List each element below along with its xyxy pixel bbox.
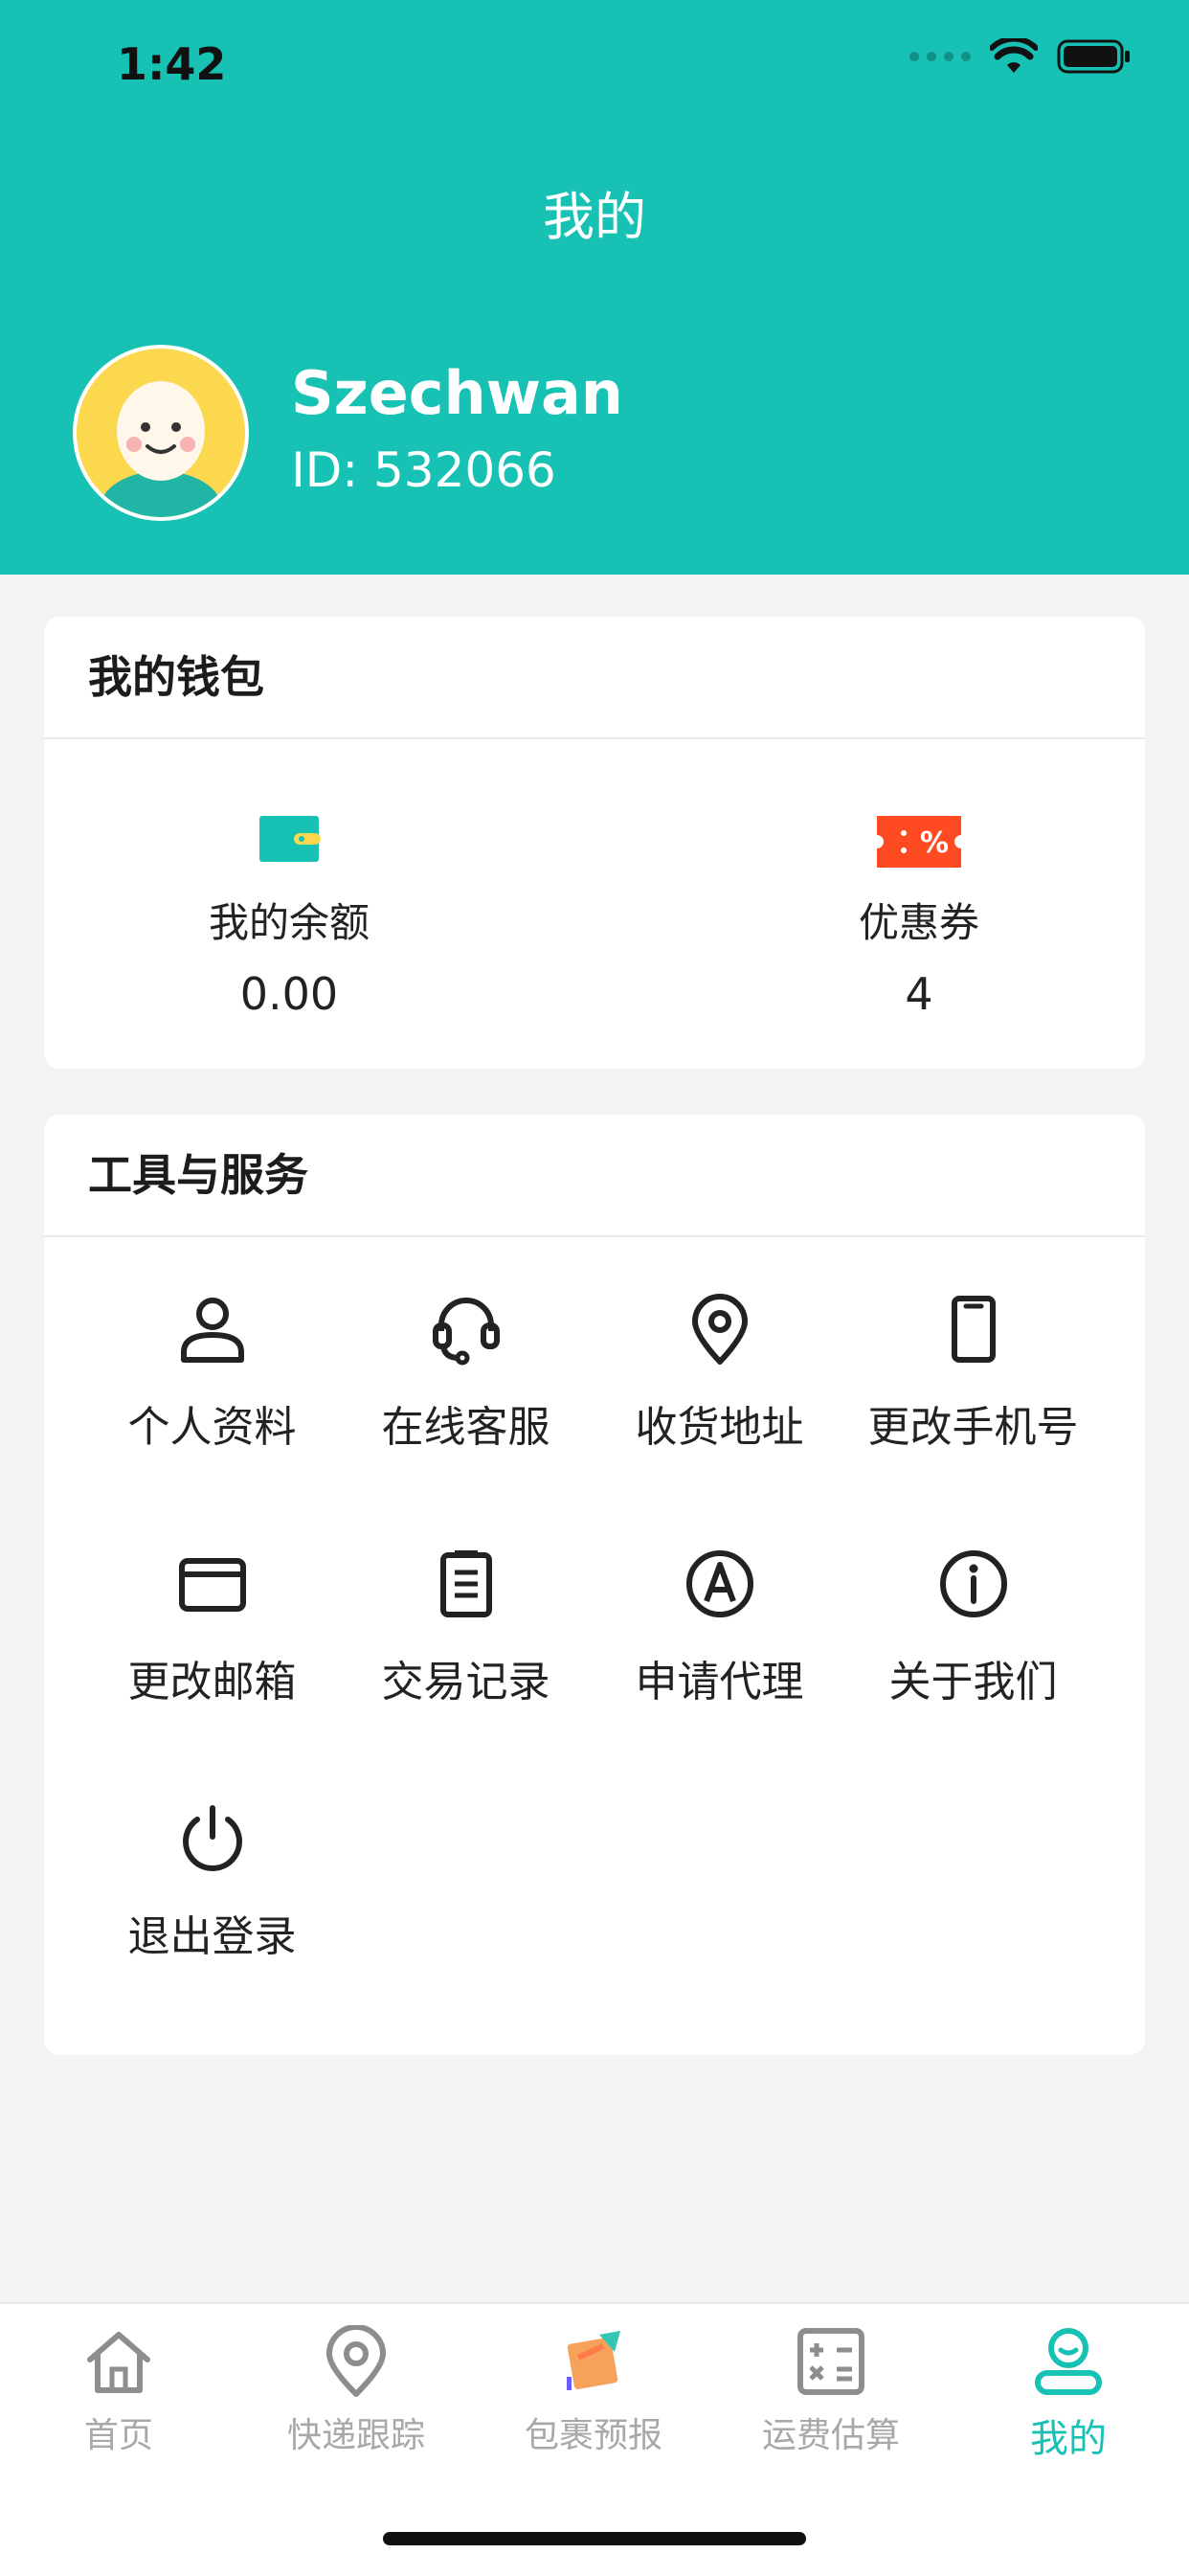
tool-shipping-address[interactable]: 收货地址 xyxy=(593,1291,846,1454)
home-icon xyxy=(87,2332,150,2393)
coupon-label: 优惠券 xyxy=(858,899,979,946)
package-forecast-icon xyxy=(567,2331,620,2390)
tool-label: 关于我们 xyxy=(888,1658,1058,1706)
tool-label: 收货地址 xyxy=(635,1403,804,1452)
tab-shipping-estimate[interactable]: 运费估算 xyxy=(712,2323,950,2457)
calculator-icon xyxy=(797,2328,864,2395)
balance-label: 我的余额 xyxy=(208,899,370,946)
wallet-icon xyxy=(146,814,433,871)
tool-label: 申请代理 xyxy=(635,1658,804,1706)
coupon-icon: % xyxy=(775,814,1063,871)
tool-label: 更改手机号 xyxy=(867,1403,1079,1452)
home-indicator xyxy=(383,2532,806,2545)
tab-label: 我的 xyxy=(1030,2417,1107,2461)
power-icon xyxy=(182,1805,242,1871)
tool-transactions[interactable]: 交易记录 xyxy=(339,1546,593,1708)
user-id: ID: 532066 xyxy=(291,442,556,498)
balance-item[interactable]: 我的余额 0.00 xyxy=(146,814,433,1020)
tools-card: 工具与服务 个人资料 在线客服 收货地址 更改手机号 更改邮箱 交易记录 申请代… xyxy=(44,1115,1145,2055)
tools-title: 工具与服务 xyxy=(44,1115,1145,1237)
circled-a-icon xyxy=(685,1550,753,1617)
balance-value: 0.00 xyxy=(239,968,339,1020)
tool-apply-agent[interactable]: 申请代理 xyxy=(593,1546,846,1708)
tab-tracking[interactable]: 快递跟踪 xyxy=(237,2323,475,2457)
tab-label: 快递跟踪 xyxy=(286,2416,425,2455)
profile-icon xyxy=(1035,2328,1102,2395)
tool-logout[interactable]: 退出登录 xyxy=(85,1800,339,1963)
tool-label: 个人资料 xyxy=(127,1403,297,1452)
headset-icon xyxy=(432,1298,500,1366)
tab-label: 运费估算 xyxy=(761,2416,900,2455)
tool-label: 交易记录 xyxy=(381,1658,550,1706)
tool-customer-service[interactable]: 在线客服 xyxy=(339,1291,593,1454)
status-icons xyxy=(909,38,1132,75)
tool-label: 在线客服 xyxy=(381,1403,550,1452)
wallet-title: 我的钱包 xyxy=(44,617,1145,739)
tool-profile[interactable]: 个人资料 xyxy=(85,1291,339,1454)
tool-label: 更改邮箱 xyxy=(127,1658,297,1706)
info-icon xyxy=(939,1550,1007,1617)
header: 1:42 我的 Szechwan ID: 532066 xyxy=(0,0,1189,575)
tool-about-us[interactable]: 关于我们 xyxy=(846,1546,1100,1708)
person-icon xyxy=(180,1298,244,1363)
clipboard-icon xyxy=(439,1550,492,1617)
coupon-value: 4 xyxy=(905,968,933,1020)
battery-icon xyxy=(1057,39,1130,74)
envelope-icon xyxy=(178,1558,246,1612)
cellular-signal-icon xyxy=(909,52,971,61)
phone-icon xyxy=(951,1296,996,1363)
location-pin-icon xyxy=(326,2325,386,2397)
tool-change-phone[interactable]: 更改手机号 xyxy=(846,1291,1100,1454)
wifi-icon xyxy=(990,38,1038,73)
tool-change-email[interactable]: 更改邮箱 xyxy=(85,1546,339,1708)
location-pin-icon xyxy=(691,1294,748,1365)
page-title: 我的 xyxy=(543,187,646,247)
wallet-card: 我的钱包 我的余额 0.00 % 优惠券 4 xyxy=(44,617,1145,1069)
username: Szechwan xyxy=(291,358,623,428)
tab-mine[interactable]: 我的 xyxy=(950,2323,1187,2463)
coupon-item[interactable]: % 优惠券 4 xyxy=(775,814,1063,1020)
tab-package-forecast[interactable]: 包裹预报 xyxy=(475,2323,712,2457)
tool-label: 退出登录 xyxy=(127,1912,297,1961)
tab-home[interactable]: 首页 xyxy=(0,2323,237,2457)
avatar[interactable] xyxy=(73,345,249,521)
tab-label: 包裹预报 xyxy=(524,2416,662,2455)
svg-text:%: % xyxy=(920,826,949,860)
tab-label: 首页 xyxy=(83,2416,153,2455)
status-time: 1:42 xyxy=(117,38,227,90)
